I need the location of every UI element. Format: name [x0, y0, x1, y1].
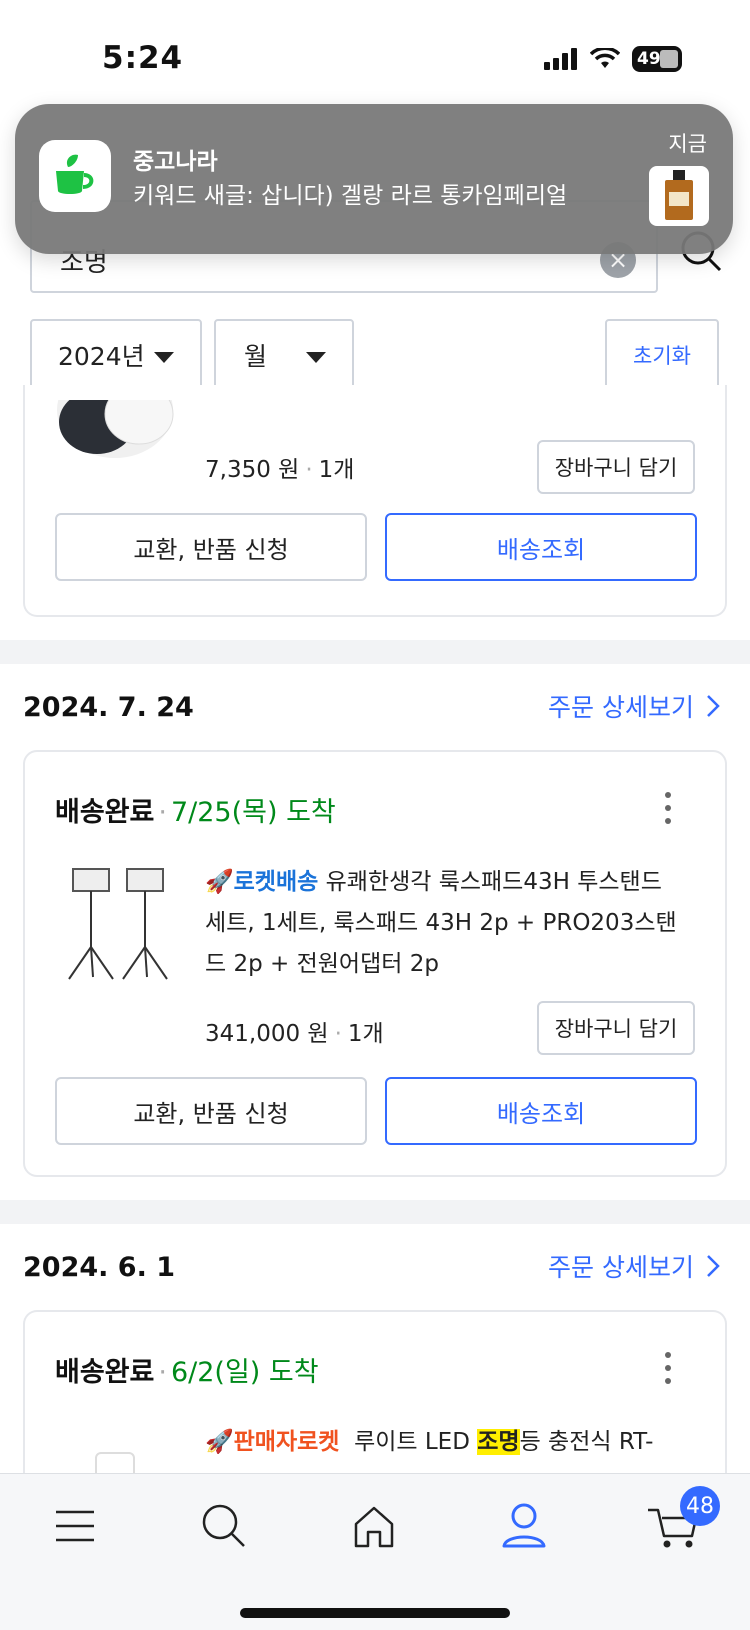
- battery-level: 49: [637, 49, 661, 69]
- order-detail-link[interactable]: 주문 상세보기: [548, 1248, 720, 1284]
- year-select-value: 2024년: [58, 342, 145, 371]
- delivery-status: 배송완료 · 7/25(목) 도착: [55, 797, 336, 828]
- exchange-return-button[interactable]: 교환, 반품 신청: [55, 513, 367, 581]
- track-delivery-button[interactable]: 배송조회: [385, 1077, 697, 1145]
- product-title[interactable]: 🚀로켓배송 유쾌한생각 룩스패드43H 투스탠드 세트, 1세트, 룩스패드 4…: [205, 862, 685, 985]
- order-detail-label: 주문 상세보기: [548, 693, 694, 722]
- product-title-text: 루이트 LED: [354, 1429, 478, 1455]
- home-icon[interactable]: [344, 1496, 404, 1556]
- status-bar: 5:24 49: [0, 0, 750, 110]
- order-card: 배송완료 · 7/25(목) 도착 🚀로켓배송 유쾌한생각 룩스패드43H 투스탠드…: [23, 750, 727, 1177]
- order-date: 2024. 7. 24: [23, 692, 194, 723]
- delivery-status: 배송완료 · 6/2(일) 도착: [55, 1357, 319, 1388]
- product-image: [57, 400, 174, 458]
- rocket-delivery-badge: 로켓배송: [233, 869, 319, 895]
- price-line: 7,350 원 · 1개: [205, 457, 355, 483]
- quantity: 1개: [318, 457, 355, 483]
- exchange-return-button[interactable]: 교환, 반품 신청: [55, 1077, 367, 1145]
- quantity: 1개: [347, 1021, 384, 1047]
- notification-thumbnail: [649, 166, 709, 226]
- section-divider: [0, 640, 750, 664]
- more-options-icon[interactable]: [665, 792, 673, 831]
- price: 341,000 원: [205, 1021, 329, 1047]
- notification-body: 키워드 새글: 삽니다) 겔랑 라르 통카임페리얼: [133, 183, 568, 209]
- order-detail-link[interactable]: 주문 상세보기: [548, 688, 720, 724]
- arrival-date: 7/25(목) 도착: [170, 797, 336, 828]
- bottom-nav: 48: [0, 1473, 750, 1630]
- section-divider: [0, 1200, 750, 1224]
- more-options-icon[interactable]: [665, 1352, 673, 1391]
- product-title[interactable]: 🚀판매자로켓 루이트 LED 조명등 충전식 RT-: [205, 1422, 685, 1463]
- add-to-cart-button[interactable]: 장바구니 담기: [537, 440, 695, 494]
- product-title-text: 등 충전식 RT-: [519, 1429, 654, 1455]
- app-icon: [39, 140, 111, 212]
- add-to-cart-button[interactable]: 장바구니 담기: [537, 1001, 695, 1055]
- notification-time: 지금: [668, 132, 707, 156]
- battery-icon: 49: [632, 46, 682, 72]
- order-detail-label: 주문 상세보기: [548, 1253, 694, 1282]
- order-card: 7,350 원 · 1개 장바구니 담기 교환, 반품 신청 배송조회: [23, 385, 727, 617]
- price-line: 341,000 원 · 1개: [205, 1021, 384, 1047]
- year-select[interactable]: 2024년: [30, 319, 202, 391]
- menu-icon[interactable]: [44, 1496, 104, 1556]
- search-highlight: 조명: [477, 1429, 520, 1455]
- status-label: 배송완료: [55, 797, 155, 828]
- status-label: 배송완료: [55, 1357, 155, 1388]
- signal-icon: [544, 48, 577, 70]
- product-image: [68, 868, 168, 980]
- month-select-value: 월: [244, 342, 268, 371]
- reset-button[interactable]: 초기화: [605, 319, 719, 391]
- order-date: 2024. 6. 1: [23, 1252, 176, 1283]
- seller-rocket-badge: 판매자로켓: [233, 1429, 340, 1455]
- track-delivery-button[interactable]: 배송조회: [385, 513, 697, 581]
- chevron-right-icon: [707, 1255, 720, 1277]
- rocket-icon: 🚀: [205, 1429, 234, 1455]
- search-icon[interactable]: [194, 1496, 254, 1556]
- arrival-date: 6/2(일) 도착: [170, 1357, 319, 1388]
- chevron-right-icon: [707, 695, 720, 717]
- push-notification[interactable]: 중고나라 키워드 새글: 삽니다) 겔랑 라르 통카임페리얼 지금: [15, 104, 733, 254]
- wifi-icon: [590, 48, 620, 68]
- notification-app-name: 중고나라: [133, 149, 218, 175]
- home-indicator: [240, 1608, 510, 1618]
- month-select[interactable]: 월: [214, 319, 354, 391]
- profile-icon[interactable]: [494, 1496, 554, 1556]
- teacup-icon: [56, 154, 94, 194]
- perfume-bottle-icon: [665, 170, 693, 220]
- status-icons: 49: [544, 46, 682, 72]
- status-time: 5:24: [102, 40, 184, 76]
- caret-down-icon: [306, 352, 326, 363]
- caret-down-icon: [154, 352, 174, 363]
- price: 7,350 원: [205, 457, 300, 483]
- rocket-icon: 🚀: [205, 869, 234, 895]
- cart-count-badge: 48: [680, 1486, 720, 1526]
